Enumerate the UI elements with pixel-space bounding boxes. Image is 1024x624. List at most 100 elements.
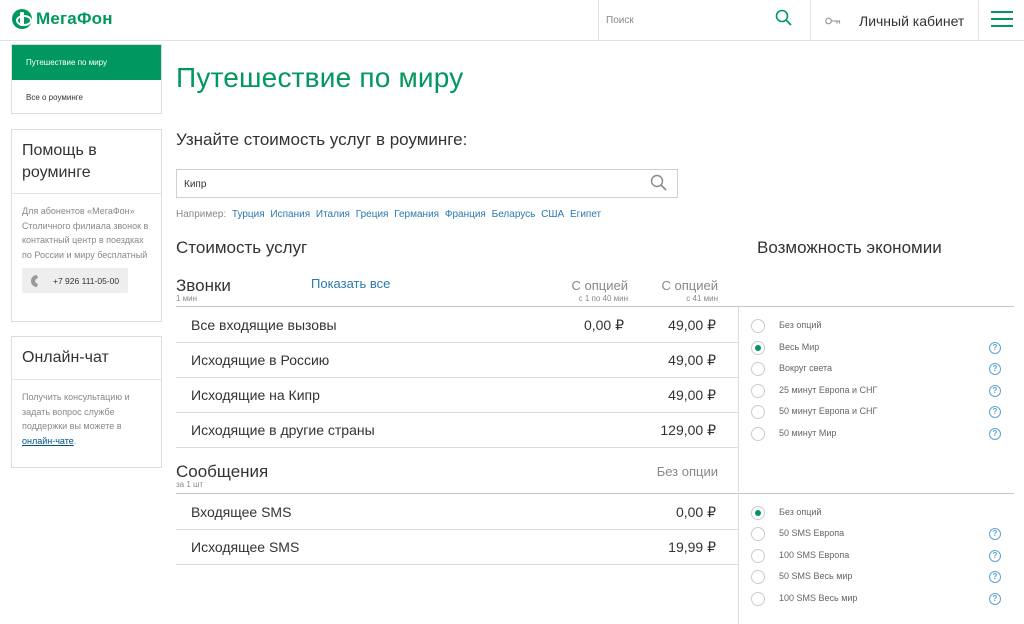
option-label: 50 минут Европа и СНГ xyxy=(779,406,878,416)
example-country-link[interactable]: США xyxy=(541,209,564,220)
savings-title: Возможность экономии xyxy=(757,238,942,257)
page-title: Путешествие по миру xyxy=(176,62,464,93)
row-value-option-2: 49,00 ₽ xyxy=(668,317,716,333)
option-label: 50 SMS Весь мир xyxy=(779,571,853,581)
column-with-option-1-sub: с 1 по 40 мин xyxy=(578,294,628,303)
row-value-option-2: 49,00 ₽ xyxy=(668,352,716,368)
calls-option[interactable]: 25 минут Европа и СНГ ? xyxy=(751,383,1003,399)
messages-option[interactable]: 50 SMS Весь мир ? xyxy=(751,569,1003,585)
logo-mark-icon xyxy=(12,9,32,29)
radio-button-selected[interactable] xyxy=(751,341,765,355)
option-label: Вокруг света xyxy=(779,363,833,373)
radio-button-selected[interactable] xyxy=(751,506,765,520)
calls-option[interactable]: Весь Мир ? xyxy=(751,340,1003,356)
radio-button[interactable] xyxy=(751,384,765,398)
messages-title: Сообщения xyxy=(176,462,269,481)
table-row: Все входящие вызовы 0,00 ₽ 49,00 ₽ xyxy=(176,307,738,342)
help-icon[interactable]: ? xyxy=(989,342,1001,354)
row-value-option-1: 0,00 ₽ xyxy=(583,317,624,333)
radio-button[interactable] xyxy=(751,427,765,441)
help-icon[interactable]: ? xyxy=(989,593,1001,605)
radio-button[interactable] xyxy=(751,362,765,376)
calls-column-divider xyxy=(738,307,739,492)
key-icon xyxy=(825,17,841,24)
radio-button[interactable] xyxy=(751,319,765,333)
radio-button[interactable] xyxy=(751,405,765,419)
roaming-cost-prompt: Узнайте стоимость услуг в роуминге: xyxy=(176,130,468,149)
messages-column-divider xyxy=(738,494,739,624)
radio-button[interactable] xyxy=(751,527,765,541)
option-label: Без опций xyxy=(779,507,822,517)
table-row: Входящее SMS 0,00 ₽ xyxy=(176,494,738,529)
online-chat-box: Онлайн-чат Получить консультацию и задат… xyxy=(11,336,162,468)
show-all-link[interactable]: Показать все xyxy=(311,276,390,291)
help-icon[interactable]: ? xyxy=(989,428,1001,440)
calls-option[interactable]: 50 минут Европа и СНГ ? xyxy=(751,404,1003,420)
examples-label: Например: xyxy=(176,209,227,220)
calls-option[interactable]: Без опций xyxy=(751,318,1003,334)
roaming-help-title: Помощь в роуминге xyxy=(12,130,161,194)
radio-button[interactable] xyxy=(751,570,765,584)
radio-button[interactable] xyxy=(751,549,765,563)
messages-option[interactable]: 50 SMS Европа ? xyxy=(751,526,1003,542)
example-country-link[interactable]: Испания xyxy=(270,209,310,220)
help-icon[interactable]: ? xyxy=(989,406,1001,418)
messages-unit: за 1 шт xyxy=(176,480,204,489)
online-chat-title: Онлайн-чат xyxy=(12,337,161,380)
country-search-field xyxy=(176,169,678,198)
hamburger-menu-icon[interactable] xyxy=(991,11,1013,29)
row-label: Исходящее SMS xyxy=(191,539,300,555)
sidebar-nav: Путешествие по миру Все о роуминге xyxy=(11,44,162,114)
option-label: 50 SMS Европа xyxy=(779,528,845,538)
calls-option[interactable]: Вокруг света ? xyxy=(751,361,1003,377)
row-value-option-2: 49,00 ₽ xyxy=(668,387,716,403)
help-icon[interactable]: ? xyxy=(989,385,1001,397)
help-icon[interactable]: ? xyxy=(989,363,1001,375)
example-country-link[interactable]: Греция xyxy=(356,209,389,220)
option-label: Весь Мир xyxy=(779,342,820,352)
personal-account-link[interactable]: Личный кабинет xyxy=(811,0,978,41)
column-with-option-1: С опцией xyxy=(571,278,628,293)
phone-icon xyxy=(31,274,38,287)
row-label: Входящее SMS xyxy=(191,504,292,520)
table-row: Исходящие в другие страны 129,00 ₽ xyxy=(176,412,738,447)
calls-title: Звонки xyxy=(176,276,231,295)
option-label: 100 SMS Весь мир xyxy=(779,593,858,603)
country-search-input[interactable] xyxy=(184,176,604,192)
personal-account-label: Личный кабинет xyxy=(859,12,965,29)
example-country-link[interactable]: Египет xyxy=(570,209,601,220)
country-search-icon[interactable] xyxy=(650,174,668,192)
online-chat-link[interactable]: онлайн-чате xyxy=(22,436,74,446)
search-icon[interactable] xyxy=(775,9,793,27)
example-country-link[interactable]: Италия xyxy=(316,209,350,220)
radio-button[interactable] xyxy=(751,592,765,606)
roaming-help-text: Для абонентов «МегаФон» Столичного филиа… xyxy=(22,206,149,260)
row-label: Исходящие в другие страны xyxy=(191,422,375,438)
row-label: Исходящие на Кипр xyxy=(191,387,320,403)
example-country-link[interactable]: Беларусь xyxy=(492,209,536,220)
calls-option[interactable]: 50 минут Мир ? xyxy=(751,426,1003,442)
example-country-link[interactable]: Германия xyxy=(394,209,439,220)
site-header: МегаФон Личный кабинет xyxy=(0,0,1024,41)
row-label: Исходящие в Россию xyxy=(191,352,330,368)
help-icon[interactable]: ? xyxy=(989,528,1001,540)
example-country-link[interactable]: Турция xyxy=(232,209,265,220)
sidebar-item-roaming-info[interactable]: Все о роуминге xyxy=(12,80,161,113)
sidebar-item-travel-world[interactable]: Путешествие по миру xyxy=(12,45,161,80)
help-icon[interactable]: ? xyxy=(989,550,1001,562)
example-country-link[interactable]: Франция xyxy=(445,209,486,220)
help-icon[interactable]: ? xyxy=(989,571,1001,583)
messages-option[interactable]: Без опций xyxy=(751,505,1003,521)
row-divider xyxy=(176,447,738,448)
table-row: Исходящие на Кипр 49,00 ₽ xyxy=(176,377,738,412)
calls-unit: 1 мин xyxy=(176,294,198,303)
megafon-logo[interactable]: МегаФон xyxy=(12,8,113,30)
option-label: 25 минут Европа и СНГ xyxy=(779,385,878,395)
column-with-option-2-sub: с 41 мин xyxy=(686,294,718,303)
messages-option[interactable]: 100 SMS Весь мир ? xyxy=(751,591,1003,607)
logo-text: МегаФон xyxy=(36,9,113,28)
messages-option[interactable]: 100 SMS Европа ? xyxy=(751,548,1003,564)
phone-button[interactable]: +7 926 111-05-00 xyxy=(22,268,128,293)
site-search-input[interactable] xyxy=(606,11,766,29)
online-chat-text-body: Получить консультацию и задать вопрос сл… xyxy=(22,392,130,431)
